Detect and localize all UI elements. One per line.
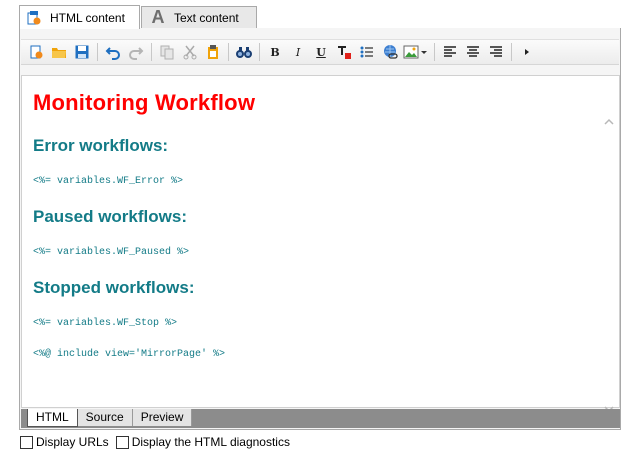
document-body: Monitoring Workflow Error workflows: <%=…: [33, 90, 593, 360]
find-icon[interactable]: [233, 41, 255, 63]
toolbar-separator: [151, 43, 152, 61]
tab-text-content[interactable]: A Text content: [141, 6, 257, 28]
more-icon[interactable]: [516, 41, 538, 63]
tab-label: HTML content: [50, 10, 125, 25]
text-a-icon: A: [151, 7, 165, 27]
code-stopped: <%= variables.WF_Stop %>: [33, 318, 178, 329]
display-diagnostics-option[interactable]: Display the HTML diagnostics: [115, 435, 290, 449]
editor-content[interactable]: Monitoring Workflow Error workflows: <%=…: [21, 75, 620, 413]
section-heading-error: Error workflows:: [33, 136, 169, 155]
html-document-icon: [24, 10, 44, 26]
checkbox-label: Display the HTML diagnostics: [131, 435, 290, 449]
display-urls-option[interactable]: Display URLs: [20, 435, 109, 449]
display-diagnostics-checkbox[interactable]: [115, 435, 129, 449]
display-options: Display URLs Display the HTML diagnostic…: [20, 435, 297, 449]
text-color-icon[interactable]: [333, 41, 355, 63]
tab-source[interactable]: Source: [77, 409, 133, 426]
paste-icon[interactable]: [202, 41, 224, 63]
tab-label: Text content: [174, 10, 239, 25]
align-right-icon[interactable]: [485, 41, 507, 63]
align-center-icon[interactable]: [462, 41, 484, 63]
scroll-up-icon[interactable]: [603, 116, 615, 126]
section-heading-stopped: Stopped workflows:: [33, 278, 195, 297]
insert-image-icon[interactable]: [402, 41, 430, 63]
align-left-icon[interactable]: [439, 41, 461, 63]
open-folder-icon[interactable]: [48, 41, 70, 63]
toolbar-separator: [511, 43, 512, 61]
toolbar-separator: [228, 43, 229, 61]
tab-html-content[interactable]: HTML content: [19, 5, 140, 29]
view-tabs: HTML Source Preview: [21, 409, 620, 428]
code-include: <%@ include view='MirrorPage' %>: [33, 349, 226, 360]
undo-icon[interactable]: [102, 41, 124, 63]
section-heading-paused: Paused workflows:: [33, 207, 187, 226]
checkbox-label: Display URLs: [36, 435, 109, 449]
html-editor: B I U Monitoring Workflow Error workflow…: [19, 28, 621, 430]
document-title: Monitoring Workflow: [33, 90, 256, 115]
code-error: <%= variables.WF_Error %>: [33, 176, 184, 187]
display-urls-checkbox[interactable]: [20, 435, 33, 449]
bold-icon[interactable]: B: [264, 41, 286, 63]
italic-icon[interactable]: I: [287, 41, 309, 63]
underline-icon[interactable]: U: [310, 41, 332, 63]
save-icon[interactable]: [71, 41, 93, 63]
copy-icon[interactable]: [156, 41, 178, 63]
toolbar-separator: [97, 43, 98, 61]
code-paused: <%= variables.WF_Paused %>: [33, 247, 190, 258]
redo-icon[interactable]: [125, 41, 147, 63]
toolbar-separator: [434, 43, 435, 61]
tab-html[interactable]: HTML: [27, 409, 78, 427]
cut-icon[interactable]: [179, 41, 201, 63]
toolbar-separator: [259, 43, 260, 61]
new-document-icon[interactable]: [25, 41, 47, 63]
insert-link-icon[interactable]: [379, 41, 401, 63]
editor-toolbar: B I U: [21, 39, 619, 65]
bullet-list-icon[interactable]: [356, 41, 378, 63]
tab-preview[interactable]: Preview: [132, 409, 193, 426]
content-tabs: HTML content A Text content: [0, 0, 641, 29]
